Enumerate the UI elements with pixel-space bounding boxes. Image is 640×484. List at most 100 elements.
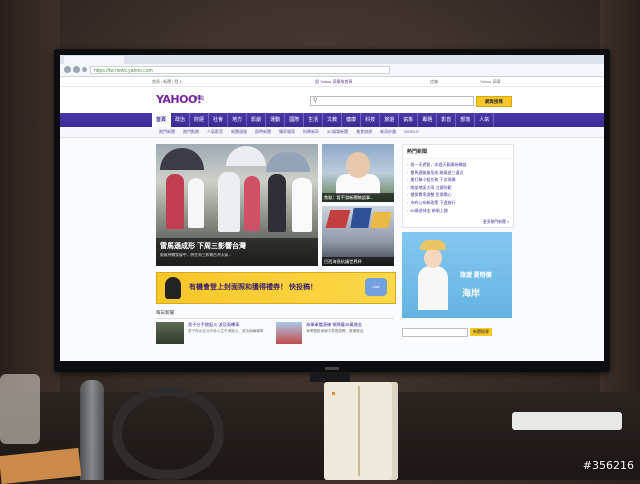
hot-news-item[interactable]: › 前一天遊客，本週天氣開始轉變 xyxy=(407,161,509,169)
mail-link[interactable]: 信箱 xyxy=(430,79,438,85)
news-desc: 海軍艦艇演練中表現優異，獲頒獎金 xyxy=(306,329,364,333)
ad-banner[interactable]: 旅遊 夏特價 海岸 xyxy=(402,232,512,318)
ad-model-body xyxy=(418,266,448,310)
umbrella xyxy=(226,146,266,166)
subnav-item[interactable]: 3C娛樂新聞 xyxy=(323,127,352,137)
browser-tab[interactable] xyxy=(64,56,124,64)
nav-item[interactable]: 健康 xyxy=(342,113,362,127)
hot-news-label: 60歲退休金 新制上路 xyxy=(410,207,448,213)
hot-news-list: › 前一天遊客，本週天氣開始轉變 › 雷馬遜颱風形成 颱風週三逼近 › 美打擊小組任務 下… xyxy=(403,159,513,216)
nav-item[interactable]: 政治 xyxy=(171,113,191,127)
nav-item[interactable]: 國際 xyxy=(285,113,305,127)
nav-item[interactable]: 旅遊 xyxy=(380,113,400,127)
subnav-item[interactable]: 即時新聞 xyxy=(251,127,275,137)
side-story-caption[interactable]: 焦點：暫不發新聞稿談事... xyxy=(322,193,394,202)
hot-news-item[interactable]: › 市府公布新政策 下週施行 xyxy=(407,199,509,207)
person xyxy=(292,178,312,232)
hero-story[interactable]: 雷馬遜成形 下周三影響台灣 颱風持續發展中，將在周三影響台灣天氣... xyxy=(156,144,318,266)
hot-news-item[interactable]: › 健保費率調整 民眾關心 xyxy=(407,191,509,199)
nav-item[interactable]: 文教 xyxy=(323,113,343,127)
bullet-icon: › xyxy=(407,199,409,205)
umbrella xyxy=(160,148,204,170)
nav-items: 首頁 政治 財經 社會 地方 影劇 運動 國際 生活 文教 健康 科技 旅遊 氣象 專題 影音 部落 人氣 xyxy=(152,113,495,127)
search-icon: ⚲ xyxy=(313,98,318,104)
nav-item[interactable]: 科技 xyxy=(361,113,381,127)
person xyxy=(244,176,260,231)
nas-divider xyxy=(358,386,360,476)
news-thumbnail[interactable] xyxy=(276,322,302,344)
hot-news-item[interactable]: › 雷馬遜颱風形成 颱風週三逼近 xyxy=(407,169,509,177)
news-desc: 男子與女友分手後心生不滿縱火，波及兩輛轎車 xyxy=(188,329,264,333)
hero-title[interactable]: 雷馬遜成形 下周三影響台灣 xyxy=(160,241,246,251)
nav-item[interactable]: 地方 xyxy=(228,113,248,127)
subnav-item[interactable]: 新奇妙趣 xyxy=(376,127,400,137)
nas-led xyxy=(332,392,335,395)
flag xyxy=(370,212,392,228)
subnav-item[interactable]: 熱門點閱 xyxy=(179,127,203,137)
watermark: #356216 xyxy=(582,459,634,472)
hot-news-heading: 熱門新聞 xyxy=(403,145,513,159)
tv-screen: https://tw.news.yahoo.com 首頁 | 新聞 | 登入 設… xyxy=(60,55,604,361)
more-hot-news-link[interactable]: 更多熱門新聞 » xyxy=(483,220,509,225)
nav-item[interactable]: 專題 xyxy=(418,113,438,127)
top-links[interactable]: 首頁 | 新聞 | 登入 xyxy=(152,79,183,85)
nav-item[interactable]: 氣象 xyxy=(399,113,419,127)
side-story-caption[interactable]: 巴西海島抗議世界杯 xyxy=(322,257,394,266)
like-badge[interactable]: Like xyxy=(365,278,387,296)
headphones xyxy=(112,386,224,480)
nas-device xyxy=(324,382,398,480)
main-nav: 首頁 政治 財經 社會 地方 影劇 運動 國際 生活 文教 健康 科技 旅遊 氣象 專題 影音 部落 人氣 xyxy=(60,113,604,127)
hot-news-item[interactable]: › 60歲退休金 新制上路 xyxy=(407,207,509,215)
hot-news-label: 健保費率調整 民眾關心 xyxy=(410,192,452,198)
subnav-item[interactable]: 新聞速報 xyxy=(227,127,251,137)
news-search-input[interactable] xyxy=(402,328,468,337)
hot-news-item[interactable]: › 美打擊小組任務 下次再開 xyxy=(407,176,509,184)
yahoo-link[interactable]: Yahoo 奇摩 xyxy=(480,79,500,85)
news-thumbnail[interactable] xyxy=(156,322,184,344)
search-button[interactable]: 網頁搜尋 xyxy=(476,96,512,107)
reload-icon[interactable] xyxy=(82,67,87,72)
news-search-button[interactable]: 新聞搜尋 xyxy=(470,328,492,336)
search-input[interactable]: ⚲ xyxy=(310,96,474,106)
nav-item[interactable]: 首頁 xyxy=(152,113,172,127)
nav-item[interactable]: 社會 xyxy=(209,113,229,127)
subnav-item[interactable]: 熱門新聞 xyxy=(155,127,179,137)
nav-item[interactable]: 財經 xyxy=(190,113,210,127)
bullet-icon: › xyxy=(407,169,409,175)
nav-item[interactable]: 影劇 xyxy=(247,113,267,127)
hot-news-label: 前一天遊客，本週天氣開始轉變 xyxy=(410,162,467,167)
subnav-item[interactable]: 美食旅遊 xyxy=(352,127,376,137)
news-title[interactable]: 男子分手燃起火 波及兩轎車 xyxy=(188,322,278,328)
nav-item[interactable]: 運動 xyxy=(266,113,286,127)
hero-caption: 雷馬遜成形 下周三影響台灣 颱風持續發展中，將在周三影響台灣天氣... xyxy=(156,238,318,266)
promo-banner[interactable]: 有機會登上封面照和獲得禮券！ 快投稿！ Like xyxy=(156,272,396,304)
nav-item[interactable]: 影音 xyxy=(437,113,457,127)
banner-figure xyxy=(165,277,181,299)
nav-item[interactable]: 部落 xyxy=(456,113,476,127)
main-content: 雷馬遜成形 下周三影響台灣 颱風持續發展中，將在周三影響台灣天氣... 焦點：暫… xyxy=(60,138,604,358)
address-bar[interactable]: https://tw.news.yahoo.com xyxy=(90,66,390,74)
subnav-item[interactable]: 人氣影音 xyxy=(203,127,227,137)
back-icon[interactable] xyxy=(64,66,71,73)
ad-model-face xyxy=(424,248,442,268)
hot-news-item[interactable]: › 南部地區大雨 注意防範 xyxy=(407,184,509,192)
daily-news-heading: 每日新聞 xyxy=(156,310,394,319)
news-title[interactable]: 海軍軍艦演練 領隊獲15萬賞金 xyxy=(306,322,394,328)
subnav-item[interactable]: 獨家報導 xyxy=(275,127,299,137)
nav-item[interactable]: 生活 xyxy=(304,113,324,127)
bullet-icon: › xyxy=(407,177,409,183)
tv-logo xyxy=(325,367,339,370)
side-story-2[interactable]: 巴西海島抗議世界杯 xyxy=(322,206,394,266)
ad-text: 海岸 xyxy=(462,288,481,298)
nav-item[interactable]: 人氣 xyxy=(475,113,495,127)
hero-subtitle: 颱風持續發展中，將在周三影響台灣天氣... xyxy=(160,253,232,257)
set-homepage-link[interactable]: 設 Yahoo 奇摩為首頁 xyxy=(315,79,353,85)
flag xyxy=(350,208,372,228)
browser-tab-strip xyxy=(60,55,604,64)
yahoo-top-strip: 首頁 | 新聞 | 登入 設 Yahoo 奇摩為首頁 信箱 Yahoo 奇摩 xyxy=(60,77,604,87)
side-story-1[interactable]: 焦點：暫不發新聞稿談事... xyxy=(322,144,394,202)
browser-toolbar: https://tw.news.yahoo.com xyxy=(60,64,604,77)
subnav-item[interactable]: WORLD xyxy=(400,127,423,137)
subnav-item[interactable]: 科學新奇 xyxy=(299,127,323,137)
forward-icon[interactable] xyxy=(73,66,80,73)
